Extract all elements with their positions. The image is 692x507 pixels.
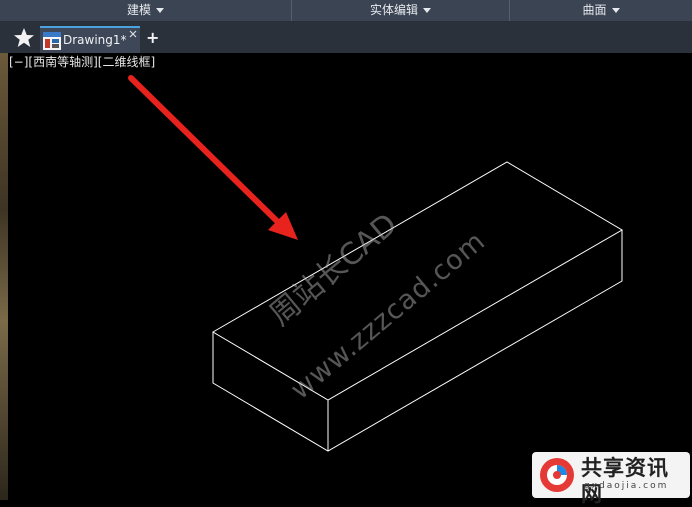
brand-logo: 共享资讯网 gxdaojia.com	[532, 452, 690, 506]
brand-mark-icon	[540, 458, 574, 492]
brand-domain: gxdaojia.com	[584, 481, 669, 491]
box-side-edges	[212, 230, 623, 452]
arrow-annotation	[128, 75, 298, 240]
